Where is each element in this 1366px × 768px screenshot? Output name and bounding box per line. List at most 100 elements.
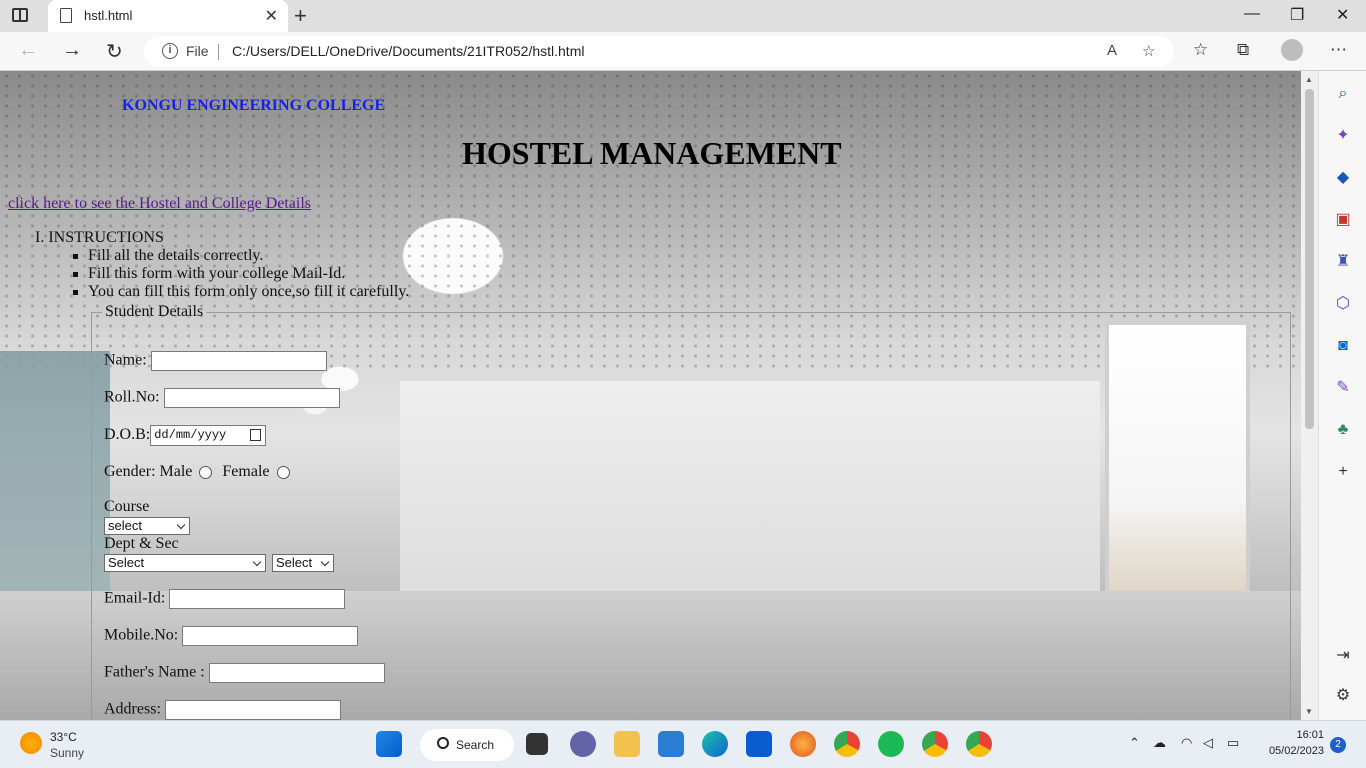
name-input[interactable] bbox=[150, 351, 327, 371]
scroll-up-icon[interactable]: ▲ bbox=[1305, 75, 1313, 84]
start-icon[interactable] bbox=[376, 731, 402, 757]
profile-avatar[interactable] bbox=[1281, 39, 1303, 61]
notification-badge[interactable]: 2 bbox=[1330, 737, 1346, 753]
calendar-icon[interactable] bbox=[250, 429, 262, 441]
chevron-up-icon[interactable]: ⌃ bbox=[1129, 735, 1140, 751]
wifi-icon[interactable]: ◠ bbox=[1181, 735, 1192, 751]
instructions: I. INSTRUCTIONS Fill all the details cor… bbox=[35, 229, 409, 301]
edge-icon[interactable] bbox=[702, 731, 728, 757]
more-icon[interactable]: ⋯ bbox=[1330, 40, 1347, 60]
add-favorite-icon[interactable]: ☆ bbox=[1142, 42, 1155, 60]
roll-label: Roll.No: bbox=[104, 388, 160, 406]
taskbar: 33°C Sunny Search ⌃ ☁ ◠ ◁ ▭ 16:01 05/02/… bbox=[0, 720, 1366, 768]
minimize-icon[interactable]: — bbox=[1244, 5, 1260, 23]
course-select[interactable]: select bbox=[104, 517, 190, 536]
address-label: Address: bbox=[104, 700, 161, 718]
fieldset-legend: Student Details bbox=[105, 303, 204, 320]
close-tab-icon[interactable]: ✕ bbox=[265, 6, 278, 26]
page-content: KONGU ENGINEERING COLLEGE HOSTEL MANAGEM… bbox=[0, 71, 1301, 720]
file-explorer-icon[interactable] bbox=[614, 731, 640, 757]
collections-icon[interactable]: ⧉ bbox=[1237, 40, 1249, 60]
add-icon[interactable]: + bbox=[1334, 463, 1352, 481]
games-icon[interactable]: ♜ bbox=[1334, 253, 1352, 271]
chat-icon[interactable] bbox=[570, 731, 596, 757]
father-row: Father's Name : bbox=[104, 663, 385, 683]
url-text[interactable]: C:/Users/DELL/OneDrive/Documents/21ITR05… bbox=[232, 43, 584, 59]
female-label: Female bbox=[222, 463, 270, 480]
dob-input[interactable]: dd/mm/yyyy bbox=[150, 425, 267, 446]
instruction-item: Fill all the details correctly. bbox=[73, 247, 409, 265]
forward-icon[interactable]: → bbox=[62, 39, 82, 62]
designer-icon[interactable]: ✎ bbox=[1334, 379, 1352, 397]
weather-sun-icon[interactable] bbox=[20, 732, 42, 754]
father-name-input[interactable] bbox=[208, 663, 385, 683]
outlook-icon[interactable]: ◙ bbox=[1334, 337, 1352, 355]
dept-select[interactable]: Select bbox=[104, 554, 266, 573]
mobile-label: Mobile.No: bbox=[104, 626, 179, 644]
new-tab-icon[interactable]: + bbox=[294, 3, 307, 29]
female-radio[interactable] bbox=[276, 465, 290, 479]
notepad-icon[interactable] bbox=[658, 731, 684, 757]
store-icon[interactable] bbox=[746, 731, 772, 757]
tab-hstl[interactable]: hstl.html ✕ bbox=[48, 0, 288, 32]
scroll-thumb[interactable] bbox=[1305, 89, 1314, 429]
roll-input[interactable] bbox=[163, 388, 340, 408]
browser-toolbar: ← → ↻ i File C:/Users/DELL/OneDrive/Docu… bbox=[0, 32, 1366, 71]
close-window-icon[interactable]: ✕ bbox=[1336, 5, 1349, 25]
battery-icon[interactable]: ▭ bbox=[1227, 735, 1239, 751]
instruction-item: Fill this form with your college Mail-Id… bbox=[73, 265, 409, 283]
read-aloud-icon[interactable]: A bbox=[1107, 42, 1117, 59]
address-bar[interactable]: i File C:/Users/DELL/OneDrive/Documents/… bbox=[144, 36, 1174, 67]
name-label: Name: bbox=[104, 351, 147, 369]
volume-icon[interactable]: ◁ bbox=[1203, 735, 1213, 751]
chrome-profile-icon[interactable] bbox=[966, 731, 992, 757]
info-icon[interactable]: i bbox=[162, 43, 178, 59]
section-select[interactable]: Select bbox=[272, 554, 334, 573]
father-name-label: Father's Name : bbox=[104, 663, 205, 681]
weather-temperature: 33°C bbox=[50, 730, 77, 744]
details-link[interactable]: click here to see the Hostel and College… bbox=[8, 195, 311, 213]
mobile-input[interactable] bbox=[182, 626, 359, 646]
clock-date[interactable]: 05/02/2023 bbox=[1260, 745, 1324, 757]
microsoft365-icon[interactable]: ⬡ bbox=[1334, 295, 1352, 313]
restore-icon[interactable]: ❐ bbox=[1290, 5, 1304, 25]
clock-time[interactable]: 16:01 bbox=[1290, 729, 1324, 741]
search-icon[interactable]: ⌕ bbox=[1334, 85, 1352, 103]
male-radio[interactable] bbox=[199, 465, 213, 479]
edge-sidebar: ⌕ ✦ ◆ ▣ ♜ ⬡ ◙ ✎ ♣ + ⇥ ⚙ bbox=[1318, 71, 1366, 720]
address-separator bbox=[218, 44, 219, 60]
task-view-icon[interactable] bbox=[526, 733, 548, 755]
shopping-icon[interactable]: ◆ bbox=[1334, 169, 1352, 187]
firefox-icon[interactable] bbox=[790, 731, 816, 757]
roll-row: Roll.No: bbox=[104, 388, 340, 408]
course-label: Course bbox=[104, 498, 150, 515]
course-label-row: Course bbox=[104, 498, 149, 516]
back-icon[interactable]: ← bbox=[18, 39, 38, 62]
copilot-icon[interactable]: ✦ bbox=[1334, 127, 1352, 145]
chrome-profile-icon[interactable] bbox=[922, 731, 948, 757]
mobile-row: Mobile.No: bbox=[104, 626, 359, 646]
address-input[interactable] bbox=[164, 700, 341, 720]
tab-bar: hstl.html ✕ + — ❐ ✕ bbox=[0, 0, 1366, 32]
scroll-down-icon[interactable]: ▼ bbox=[1305, 707, 1313, 716]
tab-title: hstl.html bbox=[84, 8, 133, 23]
refresh-icon[interactable]: ↻ bbox=[106, 39, 123, 64]
page-viewport: KONGU ENGINEERING COLLEGE HOSTEL MANAGEM… bbox=[0, 71, 1301, 720]
tree-icon[interactable]: ♣ bbox=[1334, 421, 1352, 439]
search-label: Search bbox=[456, 738, 495, 752]
taskbar-search[interactable]: Search bbox=[420, 729, 514, 761]
onedrive-icon[interactable]: ☁ bbox=[1153, 735, 1166, 751]
settings-icon[interactable]: ⚙ bbox=[1334, 687, 1352, 705]
favorites-icon[interactable]: ☆ bbox=[1193, 40, 1208, 60]
instructions-list: Fill all the details correctly. Fill thi… bbox=[73, 247, 409, 301]
tab-actions-icon[interactable] bbox=[12, 8, 28, 22]
spotify-icon[interactable] bbox=[878, 731, 904, 757]
chrome-icon[interactable] bbox=[834, 731, 860, 757]
dept-label: Dept & Sec bbox=[104, 535, 179, 552]
tools-icon[interactable]: ▣ bbox=[1334, 211, 1352, 229]
page-heading: HOSTEL MANAGEMENT bbox=[462, 135, 842, 171]
hide-sidebar-icon[interactable]: ⇥ bbox=[1334, 647, 1352, 665]
gender-label: Gender: bbox=[104, 463, 156, 480]
page-scrollbar[interactable]: ▲ ▼ bbox=[1301, 71, 1318, 720]
email-input[interactable] bbox=[169, 589, 346, 609]
